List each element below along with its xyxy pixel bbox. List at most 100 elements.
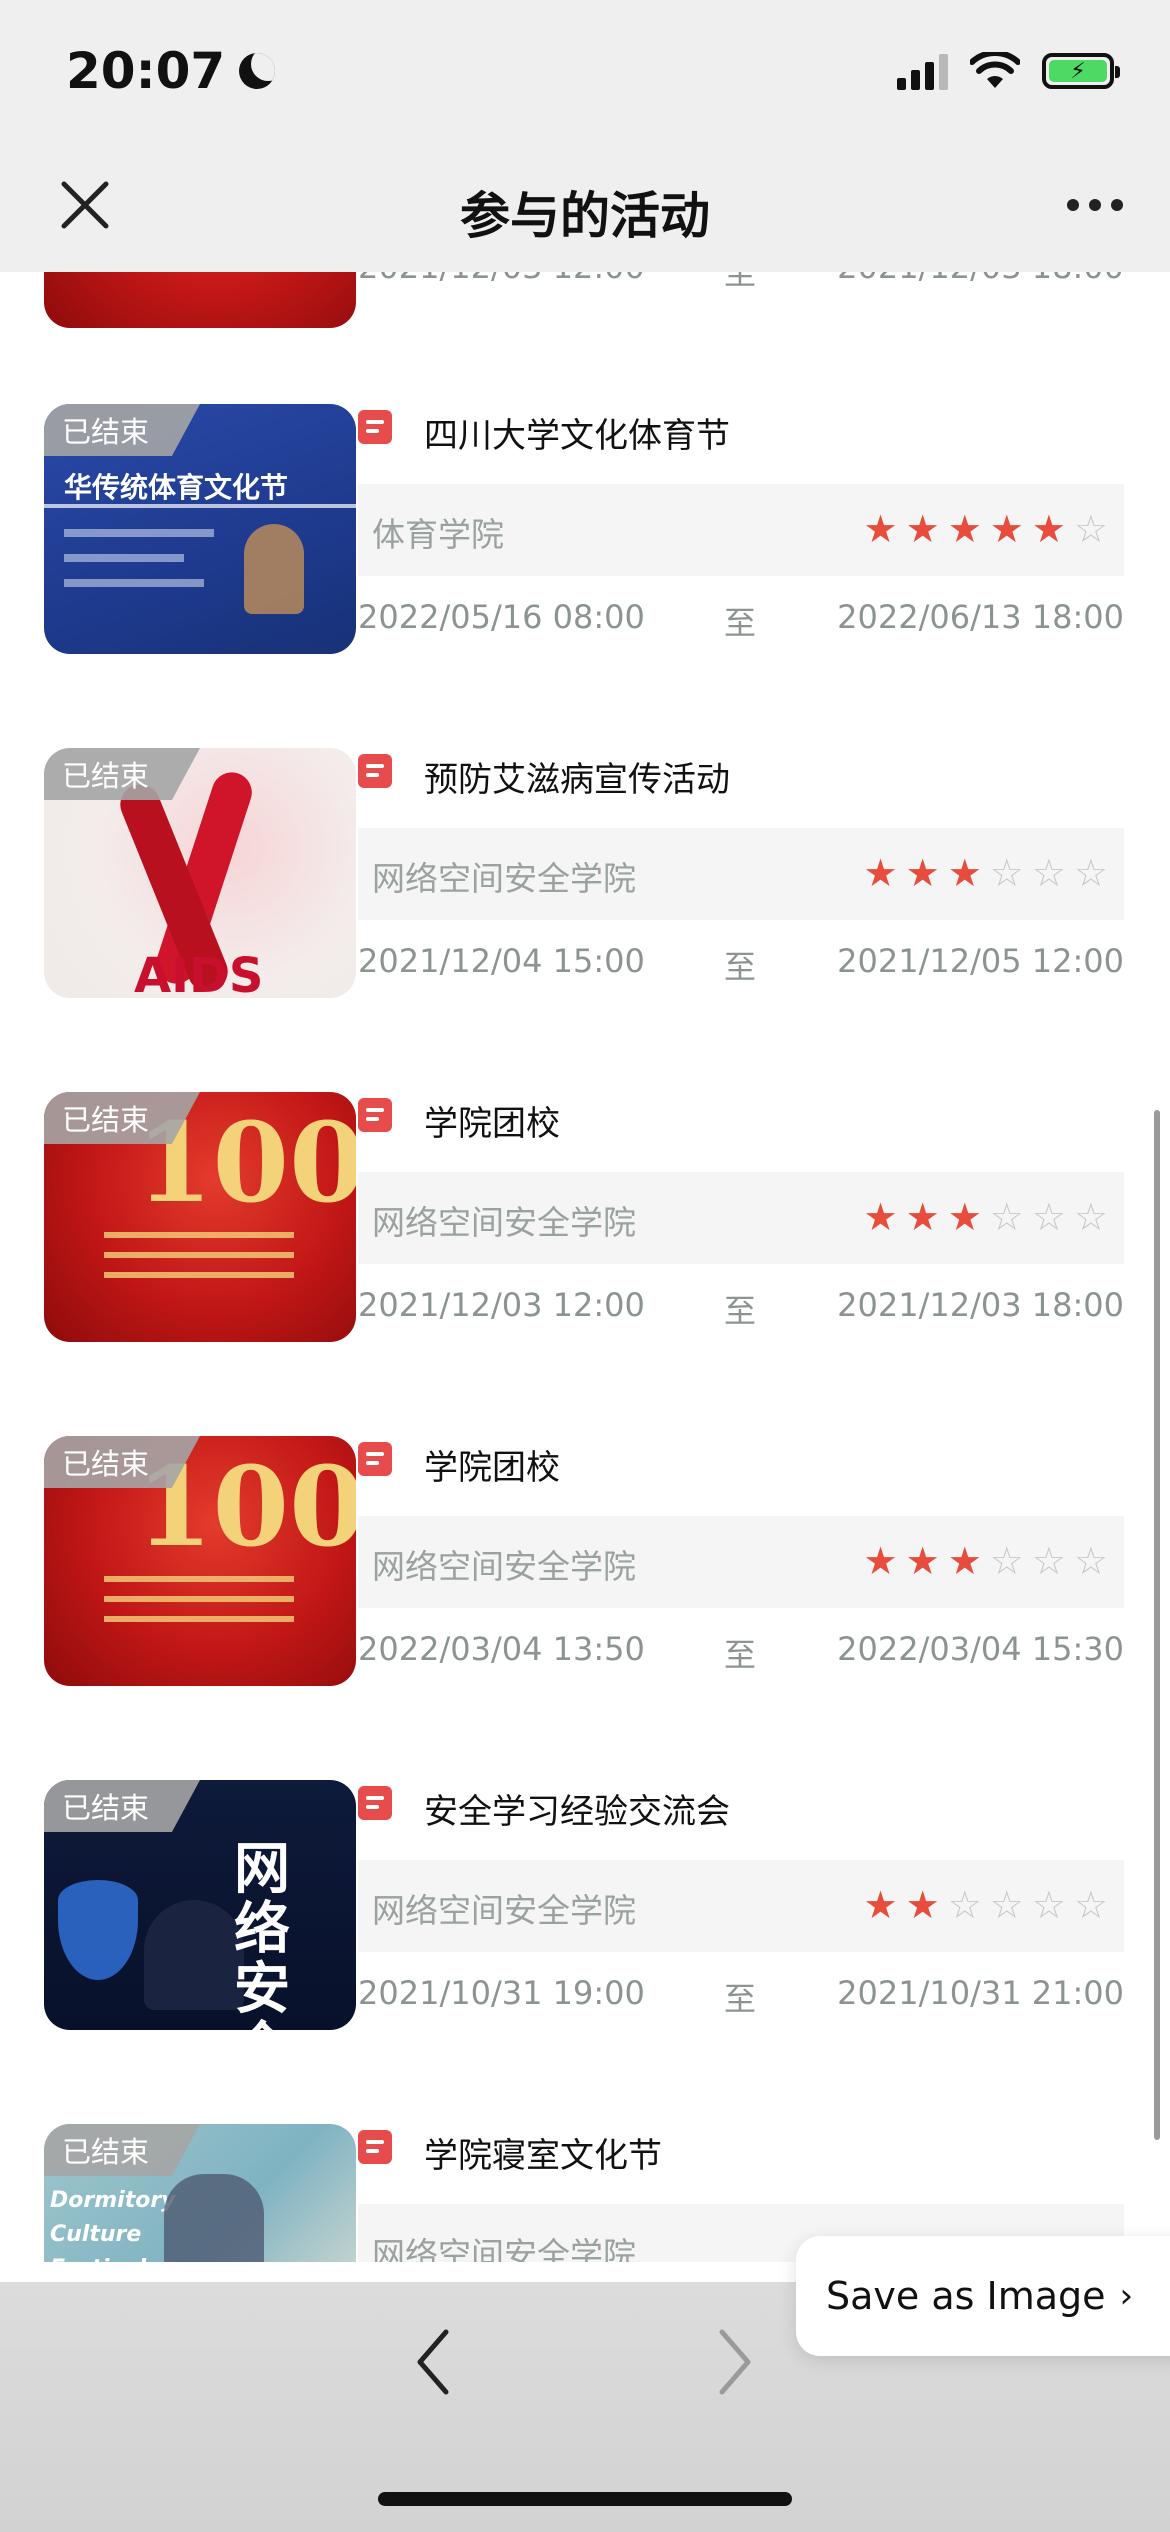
star-icon: ☆ [1031, 851, 1066, 895]
start-date: 2022/05/16 08:00 [358, 598, 645, 636]
star-icon: ☆ [989, 1195, 1024, 1239]
status-time: 20:07 [66, 42, 226, 100]
list-item[interactable]: 100 已结束 学院团校 网络空间安全学院 ★ ★ ★ ☆ ☆ ☆ 2021/12/03 … [0, 1092, 1170, 1352]
department: 体育学院 [372, 515, 504, 554]
flag-icon [358, 2130, 392, 2164]
end-date: 2021/12/03 18:00 [837, 1286, 1124, 1324]
rating-stars: ★ ★ ★ ☆ ☆ ☆ [864, 1538, 1108, 1584]
start-date: 2022/03/04 13:50 [358, 1630, 645, 1668]
star-icon: ★ [905, 1195, 940, 1239]
star-icon: ☆ [989, 851, 1024, 895]
date-separator: 至 [724, 1980, 757, 2018]
list-item[interactable]: 2021/12/03 12:00 至 2021/12/03 18:00 [0, 272, 1170, 338]
star-icon: ★ [905, 1539, 940, 1583]
status-time-group: 20:07 [66, 42, 276, 100]
list-item[interactable]: 华传统体育文化节 已结束 四川大学文化体育节 体育学院 ★ ★ ★ ★ ★ ☆ 2022/… [0, 404, 1170, 664]
star-icon: ☆ [1073, 851, 1108, 895]
star-icon: ☆ [1031, 1883, 1066, 1927]
list-item[interactable]: 网络安全 已结束 安全学习经验交流会 网络空间安全学院 ★★☆☆☆☆ 2021/… [0, 1780, 1170, 2040]
save-as-image-button[interactable]: Save as Image › [796, 2236, 1170, 2356]
end-date: 2021/12/03 18:00 [837, 272, 1124, 286]
star-icon: ★ [1031, 507, 1066, 551]
star-icon: ★ [863, 1539, 898, 1583]
activity-thumbnail [44, 272, 356, 328]
forward-button[interactable] [710, 2322, 760, 2402]
more-icon [1067, 199, 1079, 211]
status-bar: 20:07 ⚡ [0, 0, 1170, 140]
back-icon [417, 2329, 449, 2395]
activity-dates: 2022/03/04 13:50 至 2022/03/04 15:30 [358, 1630, 1124, 1674]
star-icon: ☆ [1073, 507, 1108, 551]
thumbnail-text: Dormitory Culture Festival [50, 2188, 176, 2262]
department: 网络空间安全学院 [372, 1547, 636, 1586]
activity-dates: 2021/12/04 15:00 至 2021/12/05 12:00 [358, 942, 1124, 986]
star-icon: ★ [905, 851, 940, 895]
scrollbar[interactable] [1154, 1110, 1160, 2140]
thumbnail-text: 华传统体育文化节 [64, 471, 289, 504]
activity-thumbnail: 100 已结束 [44, 1092, 356, 1342]
start-date: 2021/12/03 12:00 [358, 1286, 645, 1324]
back-button[interactable] [408, 2322, 458, 2402]
star-icon: ★ [905, 1883, 940, 1927]
star-icon: ☆ [1073, 1883, 1108, 1927]
list-item[interactable]: AIDS 已结束 预防艾滋病宣传活动 网络空间安全学院 ★ ★ ★ ☆ ☆ ☆ 2021/… [0, 748, 1170, 1008]
activity-thumbnail: AIDS 已结束 [44, 748, 356, 998]
save-as-image-label: Save as Image [826, 2274, 1106, 2318]
activity-dates: 2021/12/03 12:00 至 2021/12/03 18:00 [358, 1286, 1124, 1330]
start-date: 2021/12/04 15:00 [358, 942, 645, 980]
rating-stars: ★ ★ ★ ☆ ☆ ☆ [864, 1194, 1108, 1240]
star-icon: ☆ [1073, 1195, 1108, 1239]
moon-icon [239, 53, 276, 89]
star-icon: ★ [863, 1883, 898, 1927]
date-separator: 至 [724, 272, 757, 292]
department: 网络空间安全学院 [372, 1891, 636, 1930]
star-icon: ★ [863, 1195, 898, 1239]
flag-icon [358, 754, 392, 788]
forward-icon [719, 2329, 751, 2395]
end-date: 2022/03/04 15:30 [837, 1630, 1124, 1668]
date-separator: 至 [724, 948, 757, 986]
more-button[interactable] [1060, 180, 1130, 230]
star-icon: ☆ [989, 1883, 1024, 1927]
department: 网络空间安全学院 [372, 2235, 636, 2262]
nav-bar: 参与的活动 [0, 140, 1170, 272]
activity-title: 预防艾滋病宣传活动 [424, 760, 730, 800]
top-bar: 20:07 ⚡ 参与的活动 [0, 0, 1170, 272]
activity-list[interactable]: 2021/12/03 12:00 至 2021/12/03 18:00 华传统体… [0, 272, 1170, 2262]
flag-icon [358, 410, 392, 444]
rating-stars: ★ ★ ☆ ☆ ☆ ☆ [864, 1882, 1108, 1928]
star-icon: ★ [947, 1539, 982, 1583]
star-icon: ★ [947, 851, 982, 895]
battery-icon: ⚡ [1042, 53, 1120, 89]
list-item[interactable]: 100 已结束 学院团校 网络空间安全学院 ★ ★ ★ ☆ ☆ ☆ 2022/03/04 … [0, 1436, 1170, 1696]
activity-dates: 2022/05/16 08:00 至 2022/06/13 18:00 [358, 598, 1124, 642]
page-title: 参与的活动 [460, 187, 710, 245]
activity-thumbnail: 网络安全 已结束 [44, 1780, 356, 2030]
flag-icon [358, 1098, 392, 1132]
star-icon: ★ [863, 507, 898, 551]
activity-info: 网络空间安全学院 ★ ★ ★ ☆ ☆ ☆ [358, 828, 1124, 920]
star-icon: ☆ [989, 1539, 1024, 1583]
chevron-right-icon: › [1119, 2276, 1134, 2316]
date-separator: 至 [724, 604, 757, 642]
home-indicator [378, 2492, 792, 2506]
date-separator: 至 [724, 1636, 757, 1674]
activity-thumbnail: 华传统体育文化节 已结束 [44, 404, 356, 654]
thumbnail-text: AIDS [134, 948, 264, 998]
rating-stars: ★ ★ ★ ★ ★ ☆ [864, 506, 1108, 552]
star-icon: ★ [989, 507, 1024, 551]
activity-thumbnail: 100 已结束 [44, 1436, 356, 1686]
status-icons: ⚡ [897, 50, 1120, 90]
wifi-icon [969, 50, 1021, 90]
activity-title: 安全学习经验交流会 [424, 1792, 730, 1832]
star-icon: ★ [863, 851, 898, 895]
activity-title: 学院团校 [424, 1104, 560, 1144]
department: 网络空间安全学院 [372, 1203, 636, 1242]
signal-icon [897, 52, 948, 90]
rating-stars: ★ ★ ★ ☆ ☆ ☆ [864, 850, 1108, 896]
star-icon: ★ [905, 507, 940, 551]
start-date: 2021/12/03 12:00 [358, 272, 645, 286]
star-icon: ☆ [947, 1883, 982, 1927]
star-icon: ☆ [1031, 1195, 1066, 1239]
end-date: 2021/12/05 12:00 [837, 942, 1124, 980]
